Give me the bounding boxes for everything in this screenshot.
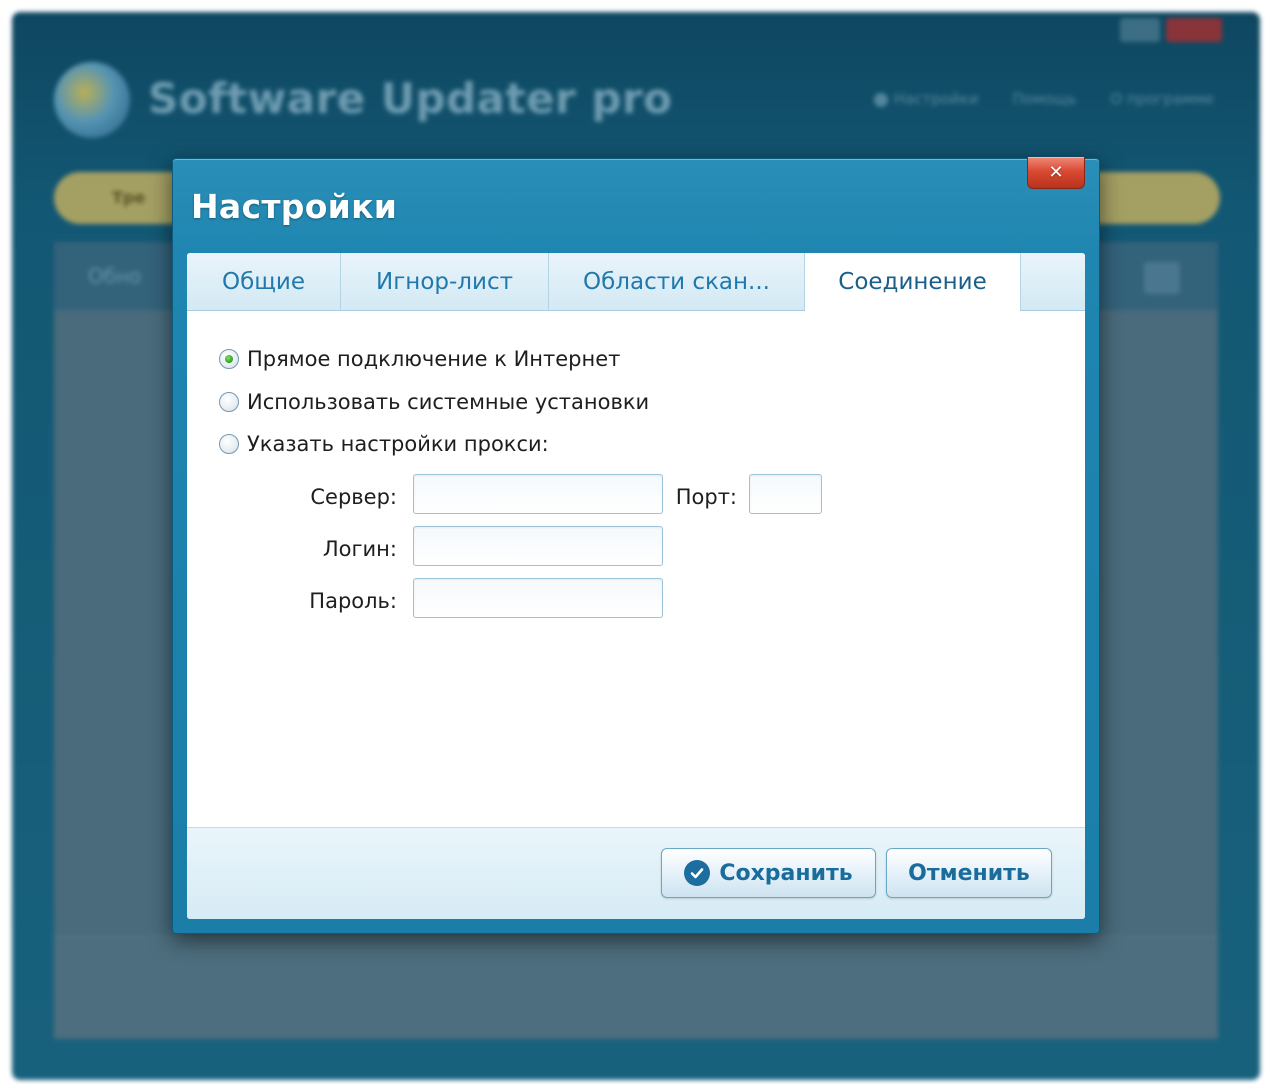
radio-system-settings-label: Использовать системные установки bbox=[247, 390, 650, 414]
server-input[interactable] bbox=[413, 474, 663, 514]
server-label: Сервер: bbox=[310, 485, 397, 509]
check-circle-icon bbox=[684, 860, 711, 886]
password-input[interactable] bbox=[413, 578, 663, 618]
dialog-content: Общие Игнор-лист Области скан... Соедине… bbox=[187, 253, 1085, 919]
login-input[interactable] bbox=[413, 526, 663, 566]
radio-manual-proxy-label: Указать настройки прокси: bbox=[247, 432, 549, 456]
port-label: Порт: bbox=[675, 485, 737, 509]
dialog-close-button[interactable]: ✕ bbox=[1027, 157, 1085, 189]
tab-scan-areas[interactable]: Области скан... bbox=[549, 253, 805, 310]
password-label: Пароль: bbox=[309, 589, 397, 613]
radio-direct-connection[interactable]: Прямое подключение к Интернет bbox=[219, 347, 620, 371]
tab-bar-filler bbox=[1021, 253, 1085, 310]
radio-button[interactable] bbox=[219, 434, 239, 454]
radio-direct-connection-label: Прямое подключение к Интернет bbox=[247, 347, 621, 371]
radio-button[interactable] bbox=[219, 349, 239, 369]
save-button[interactable]: Сохранить bbox=[661, 848, 876, 898]
cancel-button[interactable]: Отменить bbox=[886, 848, 1052, 898]
radio-manual-proxy[interactable]: Указать настройки прокси: bbox=[219, 432, 549, 456]
tab-bar: Общие Игнор-лист Области скан... Соедине… bbox=[187, 253, 1085, 311]
save-button-label: Сохранить bbox=[719, 860, 853, 886]
tab-general[interactable]: Общие bbox=[187, 253, 341, 310]
settings-dialog: Настройки ✕ Общие Игнор-лист Области ска… bbox=[172, 157, 1100, 934]
dialog-title: Настройки bbox=[191, 187, 398, 226]
radio-system-settings[interactable]: Использовать системные установки bbox=[219, 390, 649, 414]
login-label: Логин: bbox=[322, 537, 397, 561]
dialog-footer: Сохранить Отменить bbox=[187, 827, 1085, 919]
radio-button[interactable] bbox=[219, 392, 239, 412]
connection-panel: Прямое подключение к Интернет Использова… bbox=[187, 311, 1085, 827]
tab-connection[interactable]: Соединение bbox=[805, 253, 1021, 311]
radio-selected-dot bbox=[225, 355, 233, 363]
port-input[interactable] bbox=[749, 474, 822, 514]
tab-ignore-list[interactable]: Игнор-лист bbox=[341, 253, 549, 310]
close-icon: ✕ bbox=[1048, 161, 1064, 183]
cancel-button-label: Отменить bbox=[908, 860, 1030, 886]
